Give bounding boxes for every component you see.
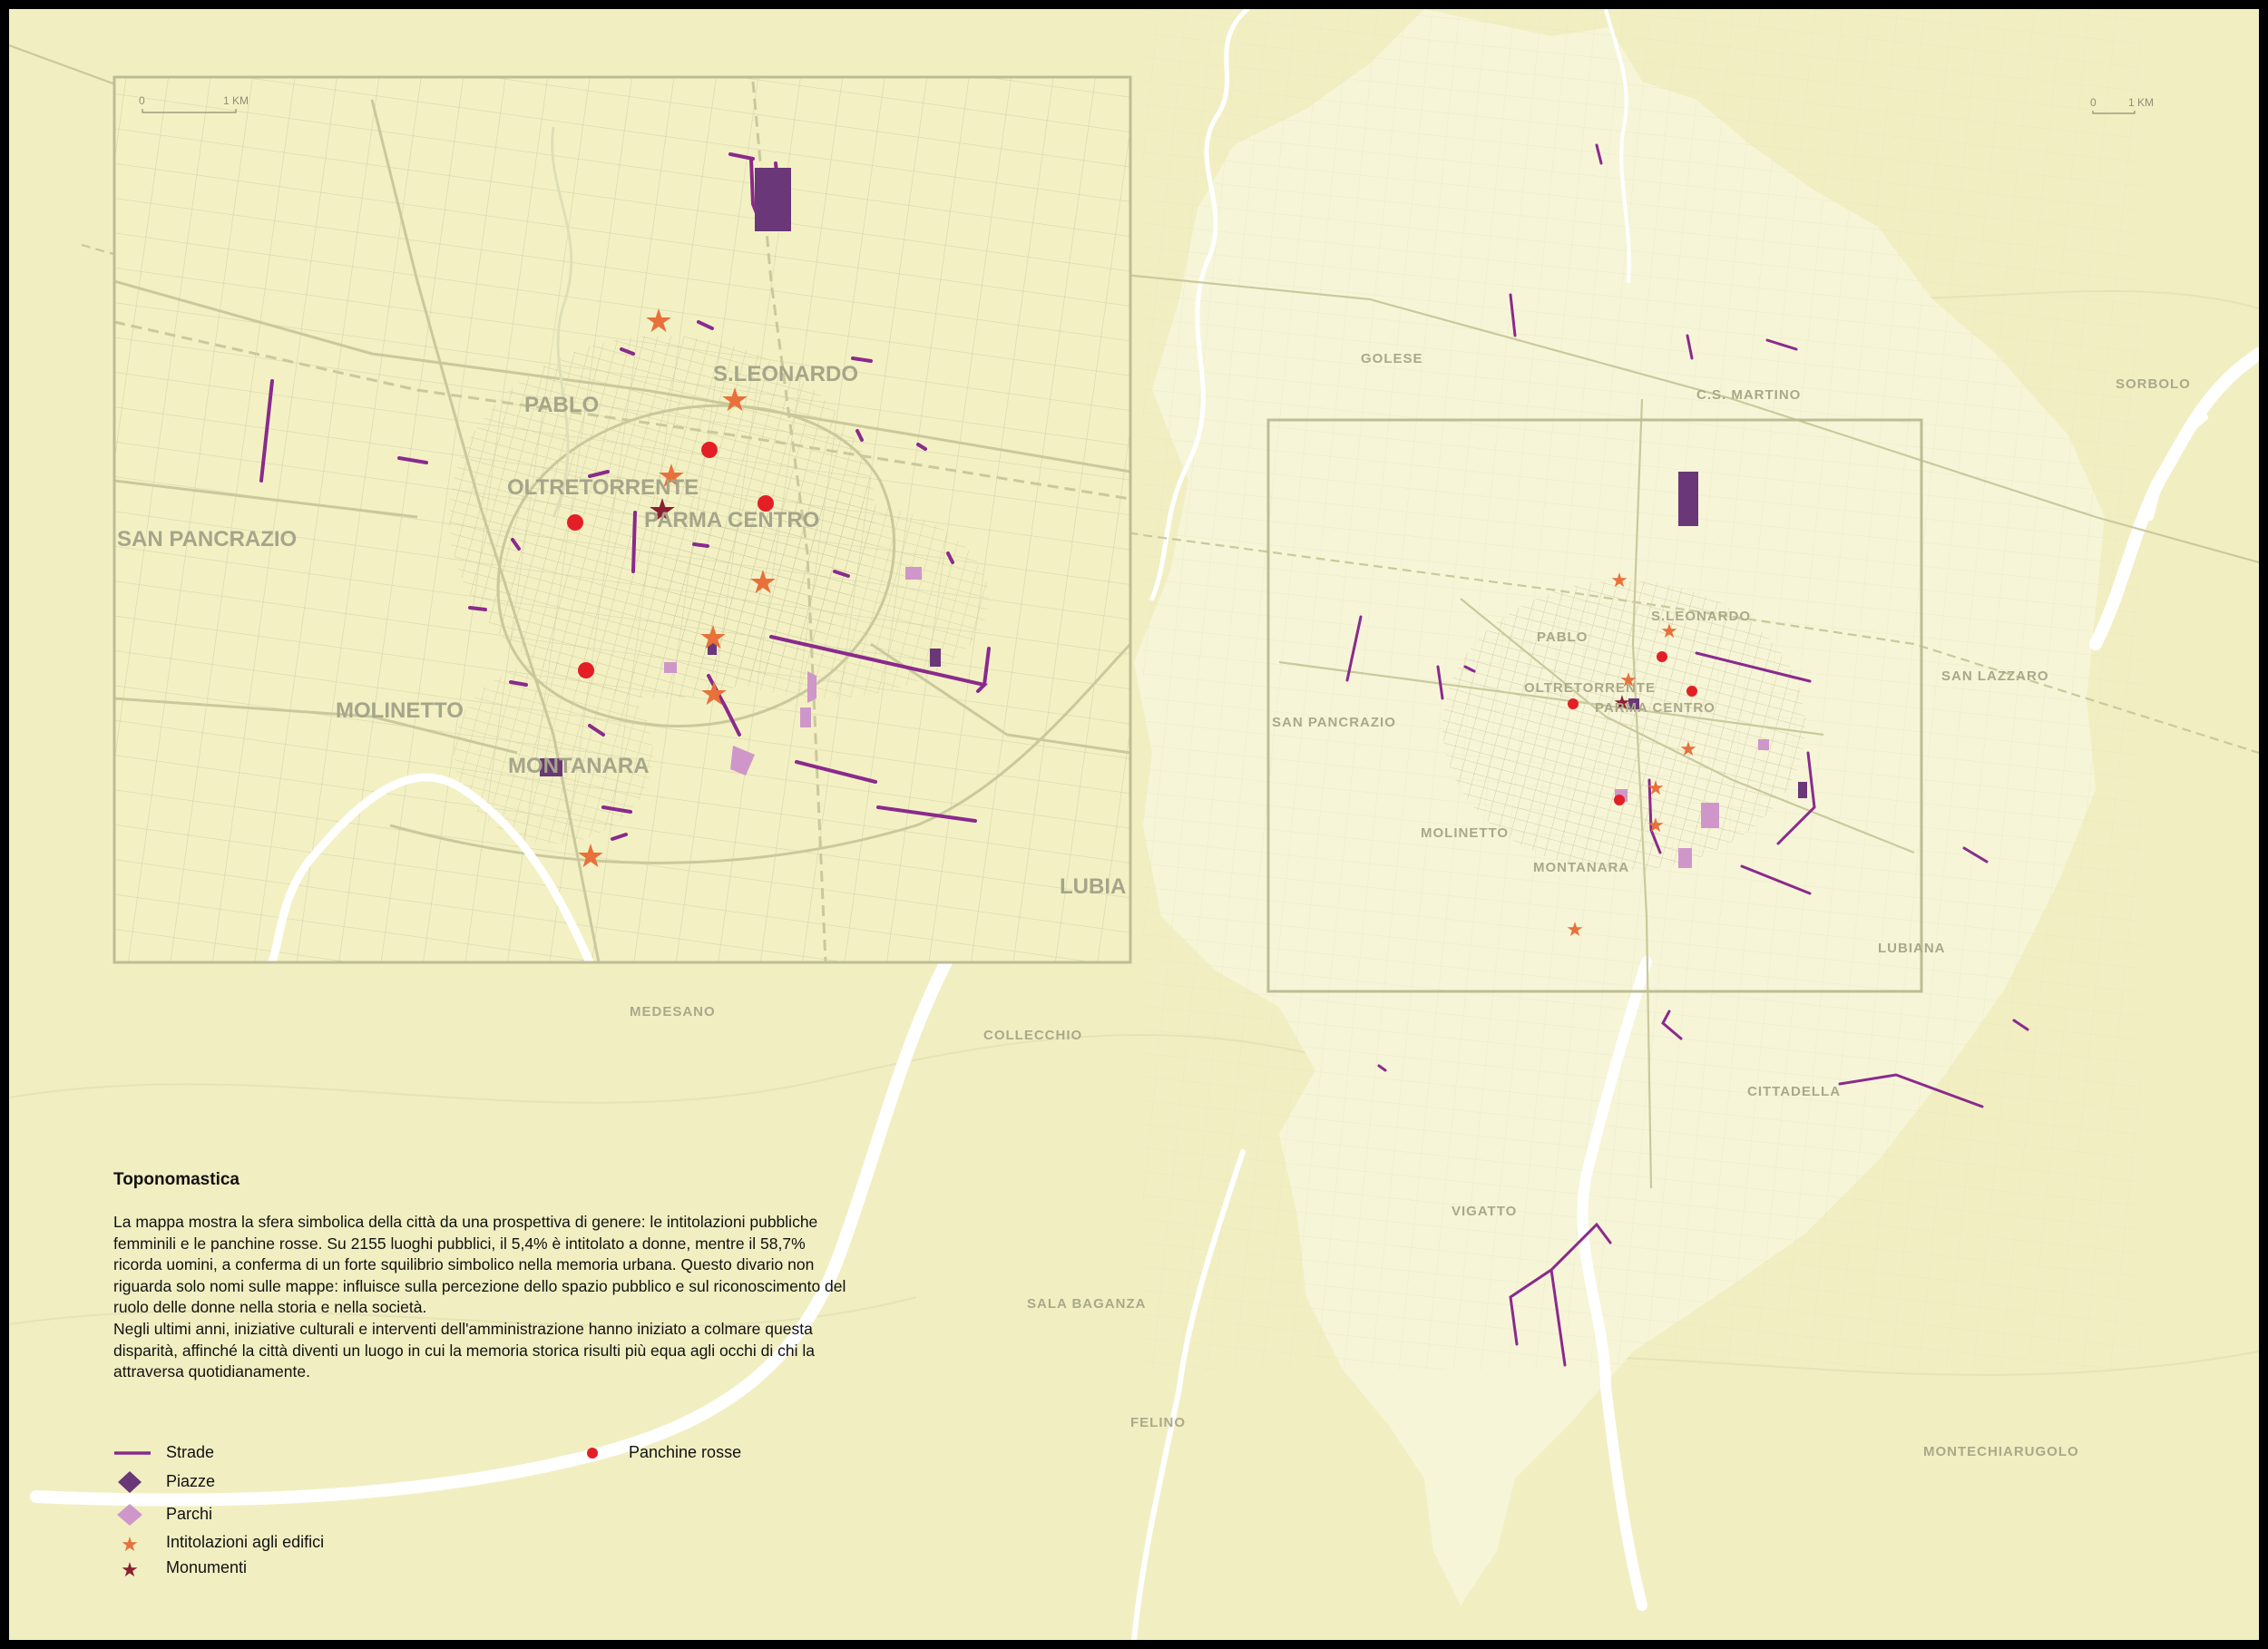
svg-text:★: ★ xyxy=(699,676,728,713)
svg-text:★: ★ xyxy=(576,838,605,875)
place-overview-montanara: MONTANARA xyxy=(1533,860,1629,875)
svg-text:★: ★ xyxy=(1566,919,1584,942)
svg-text:★: ★ xyxy=(1679,738,1697,761)
svg-text:★: ★ xyxy=(720,382,749,419)
place-sorbolo: SORBOLO xyxy=(2116,376,2191,392)
map-frame: ★ ★ ★ ★ ★ ★ ★ ★ ★ ★ ★ ★ ★ ★ ★ ★ 0 1 KM 0… xyxy=(9,9,2259,1640)
place-sanlazzaro: SAN LAZZARO xyxy=(1941,668,2049,684)
scale-unit-label: 1 KM xyxy=(223,94,249,107)
legend-title: Toponomastica xyxy=(113,1170,240,1189)
place-montechiarugolo: MONTECHIARUGOLO xyxy=(1923,1444,2079,1459)
map-canvas: ★ ★ ★ ★ ★ ★ ★ ★ ★ ★ ★ ★ ★ ★ ★ ★ 0 1 KM 0… xyxy=(9,9,2259,1640)
place-salabaganza: SALA BAGANZA xyxy=(1027,1296,1146,1312)
svg-text:★: ★ xyxy=(699,620,728,657)
svg-text:★: ★ xyxy=(1647,815,1665,837)
svg-text:★: ★ xyxy=(1610,570,1628,592)
scale-zero-label: 0 xyxy=(2090,96,2097,109)
svg-text:★: ★ xyxy=(644,303,673,340)
svg-text:★: ★ xyxy=(1647,777,1665,800)
place-lubiana: LUBIA xyxy=(1060,874,1126,899)
legend-body: La mappa mostra la sfera simbolica della… xyxy=(113,1212,848,1383)
place-overview-pablo: PABLO xyxy=(1537,629,1588,645)
place-felino: FELINO xyxy=(1130,1415,1186,1430)
svg-text:★: ★ xyxy=(748,564,777,601)
place-overview-sanpancrazio: SAN PANCRAZIO xyxy=(1272,715,1396,730)
legend-paragraph-1: La mappa mostra la sfera simbolica della… xyxy=(113,1213,846,1317)
place-golese: GOLESE xyxy=(1361,351,1423,366)
place-oltretorrente: OLTRETORRENTE xyxy=(507,475,699,500)
scale-unit-label: 1 KM xyxy=(2128,96,2154,109)
legend-piazze-symbol xyxy=(118,1471,142,1493)
place-montanara: MONTANARA xyxy=(508,754,650,778)
legend-description: Toponomastica La mappa mostra la sfera s… xyxy=(113,1170,848,1383)
place-overview-parmacentro: PARMA CENTRO xyxy=(1595,700,1716,716)
place-cittadella: CITTADELLA xyxy=(1747,1084,1841,1099)
scale-zero-label: 0 xyxy=(139,94,145,107)
place-parmacentro: PARMA CENTRO xyxy=(644,508,819,532)
place-overview-sleonardo: S.LEONARDO xyxy=(1651,609,1751,624)
place-sleonardo: S.LEONARDO xyxy=(713,362,858,386)
legend-parchi-symbol xyxy=(117,1504,142,1526)
legend-parchi-label: Parchi xyxy=(166,1505,213,1523)
place-medesano: MEDESANO xyxy=(630,1004,716,1020)
place-vigatto: VIGATTO xyxy=(1452,1204,1517,1219)
legend-strade-label: Strade xyxy=(166,1443,215,1461)
place-overview-oltretorrente: OLTRETORRENTE xyxy=(1524,680,1656,696)
legend-panchine-symbol xyxy=(587,1448,598,1459)
legend-monumenti-label: Monumenti xyxy=(166,1558,248,1576)
legend-monumenti-symbol: ★ xyxy=(121,1559,139,1582)
place-collecchio: COLLECCHIO xyxy=(983,1028,1082,1043)
place-csmartino: C.S. MARTINO xyxy=(1696,387,1801,403)
legend-edifici-label: Intitolazioni agli edifici xyxy=(166,1533,325,1551)
place-overview-lubiana: LUBIANA xyxy=(1878,941,1946,956)
place-molinetto: MOLINETTO xyxy=(336,698,464,723)
place-overview-molinetto: MOLINETTO xyxy=(1421,825,1509,841)
place-sanpancrazio: SAN PANCRAZIO xyxy=(117,527,297,551)
legend-edifici-symbol: ★ xyxy=(121,1534,139,1556)
legend-paragraph-2: Negli ultimi anni, iniziative culturali … xyxy=(113,1319,815,1381)
place-pablo: PABLO xyxy=(524,393,599,417)
legend-panchine-label: Panchine rosse xyxy=(629,1443,742,1461)
legend-piazze-label: Piazze xyxy=(166,1472,216,1490)
